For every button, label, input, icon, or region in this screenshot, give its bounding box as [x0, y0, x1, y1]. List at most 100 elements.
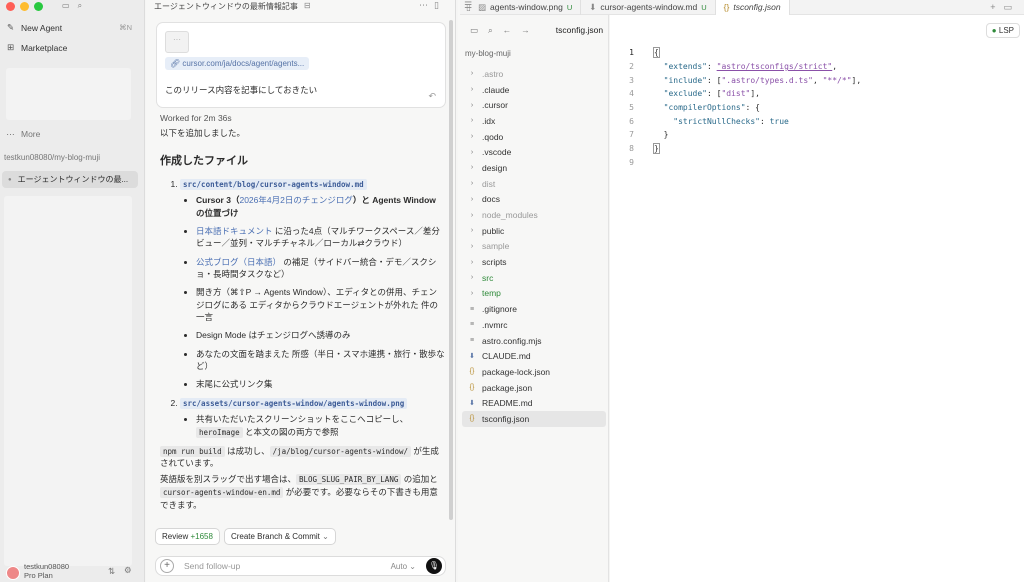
file-link-png[interactable]: src/assets/cursor-agents-window/agents-w…	[180, 397, 408, 409]
follow-up-input[interactable]: Send follow-up	[184, 561, 391, 571]
review-button[interactable]: Review +1658	[155, 528, 220, 545]
tab-agents-window-png[interactable]: ▨ agents-window.png U	[470, 0, 582, 15]
more-button[interactable]: ··· More	[6, 129, 40, 139]
blog-link[interactable]: 公式ブログ（日本語）	[196, 257, 281, 267]
line-number: 4	[629, 89, 634, 99]
sidebar-toggle-icon[interactable]: ▭	[62, 1, 70, 11]
forward-arrow-icon[interactable]: →	[521, 25, 530, 35]
tree-item-astro[interactable]: › .astro	[462, 66, 606, 82]
file-link-blog-md[interactable]: src/content/blog/cursor-agents-window.md	[180, 178, 367, 190]
tree-item-label: .gitignore	[482, 304, 517, 315]
project-name[interactable]: testkun08080/my-blog-muji	[4, 153, 100, 162]
zoom-window-button[interactable]	[34, 2, 43, 11]
chevron-right-icon: ›	[470, 289, 474, 297]
tree-item-label: node_modules	[482, 210, 538, 221]
chat-item-active[interactable]: ● エージェントウィンドウの最...	[2, 171, 138, 188]
tree-item-qodo[interactable]: › .qodo	[462, 129, 606, 145]
json-file-icon: {}	[469, 415, 475, 423]
code-line: 3 "include": [".astro/types.d.ts", "**/*…	[610, 73, 1024, 87]
tree-item-readme-md[interactable]: ⬇ README.md	[462, 395, 606, 411]
code-token: "exclude"	[663, 89, 707, 99]
new-agent-button[interactable]: ✎ New Agent	[6, 22, 62, 33]
paragraph-text: の追加と	[401, 473, 438, 484]
user-account[interactable]: testkun08080 Pro Plan ⇅ ⚙	[0, 560, 145, 582]
tree-item-dist[interactable]: › dist	[462, 176, 606, 192]
image-thumbnail[interactable]: ···	[165, 31, 189, 53]
code-token: "include"	[663, 75, 707, 85]
tree-item-nvmrc[interactable]: ≡ .nvmrc	[462, 317, 606, 333]
docs-link[interactable]: 日本語ドキュメント	[196, 226, 273, 236]
tab-actions[interactable]: +▭	[990, 2, 1024, 13]
create-branch-commit-button[interactable]: Create Branch & Commit ⌄	[223, 528, 336, 545]
line-number: 8	[629, 144, 634, 154]
created-files-list: src/content/blog/cursor-agents-window.md…	[180, 178, 445, 439]
tree-item-tsconfig-json[interactable]: {} tsconfig.json	[462, 411, 606, 427]
tree-item-src[interactable]: › src	[462, 270, 606, 286]
chat-scrollbar[interactable]	[449, 20, 453, 520]
panel-icon[interactable]: ▯	[434, 0, 445, 10]
line-number: 3	[629, 75, 634, 85]
bullet-text: 開き方（⌘⇧P → Agents Window）、エディタとの併用、チェンジログ…	[196, 287, 438, 322]
model-select[interactable]: Auto ⌄	[391, 562, 416, 571]
tree-item-scripts[interactable]: › scripts	[462, 254, 606, 270]
more-icon[interactable]: ⋯	[419, 0, 434, 10]
tree-item-design[interactable]: › design	[462, 160, 606, 176]
tree-item-label: temp	[482, 288, 501, 299]
back-arrow-icon[interactable]: ←	[503, 25, 512, 35]
breadcrumb[interactable]: tsconfig.json	[556, 25, 603, 35]
explorer-menu-icon[interactable]: ☰	[464, 0, 480, 10]
tree-item-claude[interactable]: › .claude	[462, 82, 606, 98]
tree-item-label: .idx	[482, 115, 496, 126]
monitor-icon[interactable]: ⊟	[304, 1, 311, 12]
explorer-root-label[interactable]: my-blog-muji	[465, 49, 511, 58]
tree-item-label: CLAUDE.md	[482, 351, 531, 362]
lsp-status-button[interactable]: ● LSP	[985, 22, 1020, 38]
explorer-header-icons[interactable]: ☰	[464, 0, 480, 11]
microphone-icon[interactable]: 🎙︎	[426, 558, 442, 574]
add-tab-icon[interactable]: +	[990, 2, 1003, 12]
tab-label: tsconfig.json	[733, 2, 781, 12]
tree-item-package-json[interactable]: {} package.json	[462, 380, 606, 396]
user-name: testkun08080	[24, 562, 70, 571]
layout-icon[interactable]: ▭	[1003, 2, 1020, 12]
tree-item-vscode[interactable]: › .vscode	[462, 144, 606, 160]
add-context-icon[interactable]: +	[160, 559, 174, 573]
minimize-window-button[interactable]	[20, 2, 29, 11]
tree-item-public[interactable]: › public	[462, 223, 606, 239]
undo-icon[interactable]: ↶	[428, 91, 436, 102]
tree-item-claude-md[interactable]: ⬇ CLAUDE.md	[462, 348, 606, 364]
search-icon[interactable]: ⌕	[488, 25, 493, 36]
url-attachment[interactable]: 🔗︎ cursor.com/ja/docs/agent/agents...	[165, 57, 310, 70]
tree-item-node-modules[interactable]: › node_modules	[462, 207, 606, 223]
settings-gear-icon[interactable]: ⚙	[124, 565, 132, 576]
worked-duration[interactable]: Worked for 2m 36s	[160, 112, 445, 124]
tree-item-astro-config-mjs[interactable]: ≡ astro.config.mjs	[462, 333, 606, 349]
chat-header-actions[interactable]: ⋯▯	[419, 0, 445, 11]
account-icon[interactable]: ⇅	[108, 566, 115, 577]
tab-label: cursor-agents-window.md	[600, 2, 698, 12]
tree-item-gitignore[interactable]: ≡ .gitignore	[462, 301, 606, 317]
chevron-right-icon: ›	[470, 274, 474, 282]
untracked-badge: U	[701, 2, 707, 12]
sidebar-toggle-icon[interactable]: ▭	[470, 25, 478, 36]
agents-sidebar: ▭ ⌕ ✎ New Agent ⌘N ⊞ Marketplace ··· Mor…	[0, 0, 145, 582]
tab-cursor-agents-window-md[interactable]: ⬇ cursor-agents-window.md U	[581, 0, 716, 15]
tree-item-cursor[interactable]: › .cursor	[462, 97, 606, 113]
tree-item-label: .nvmrc	[482, 319, 508, 330]
store-icon: ⊞	[6, 42, 15, 52]
review-count: +1658	[190, 532, 213, 541]
close-window-button[interactable]	[6, 2, 15, 11]
model-select-label: Auto	[390, 561, 408, 571]
search-icon[interactable]: ⌕	[78, 1, 82, 11]
tree-item-sample[interactable]: › sample	[462, 239, 606, 255]
more-label: More	[21, 129, 41, 139]
changelog-link[interactable]: 2026年4月2日のチェンジログ	[239, 195, 352, 205]
marketplace-button[interactable]: ⊞ Marketplace	[6, 42, 67, 53]
inline-code: npm run build	[160, 445, 225, 457]
tree-item-package-lock-json[interactable]: {} package-lock.json	[462, 364, 606, 380]
code-area[interactable]: 1{ 2 "extends": "astro/tsconfigs/strict"…	[610, 46, 1024, 169]
tree-item-temp[interactable]: › temp	[462, 286, 606, 302]
tree-item-docs[interactable]: › docs	[462, 192, 606, 208]
tab-tsconfig-json[interactable]: {} tsconfig.json	[715, 0, 790, 15]
tree-item-idx[interactable]: › .idx	[462, 113, 606, 129]
